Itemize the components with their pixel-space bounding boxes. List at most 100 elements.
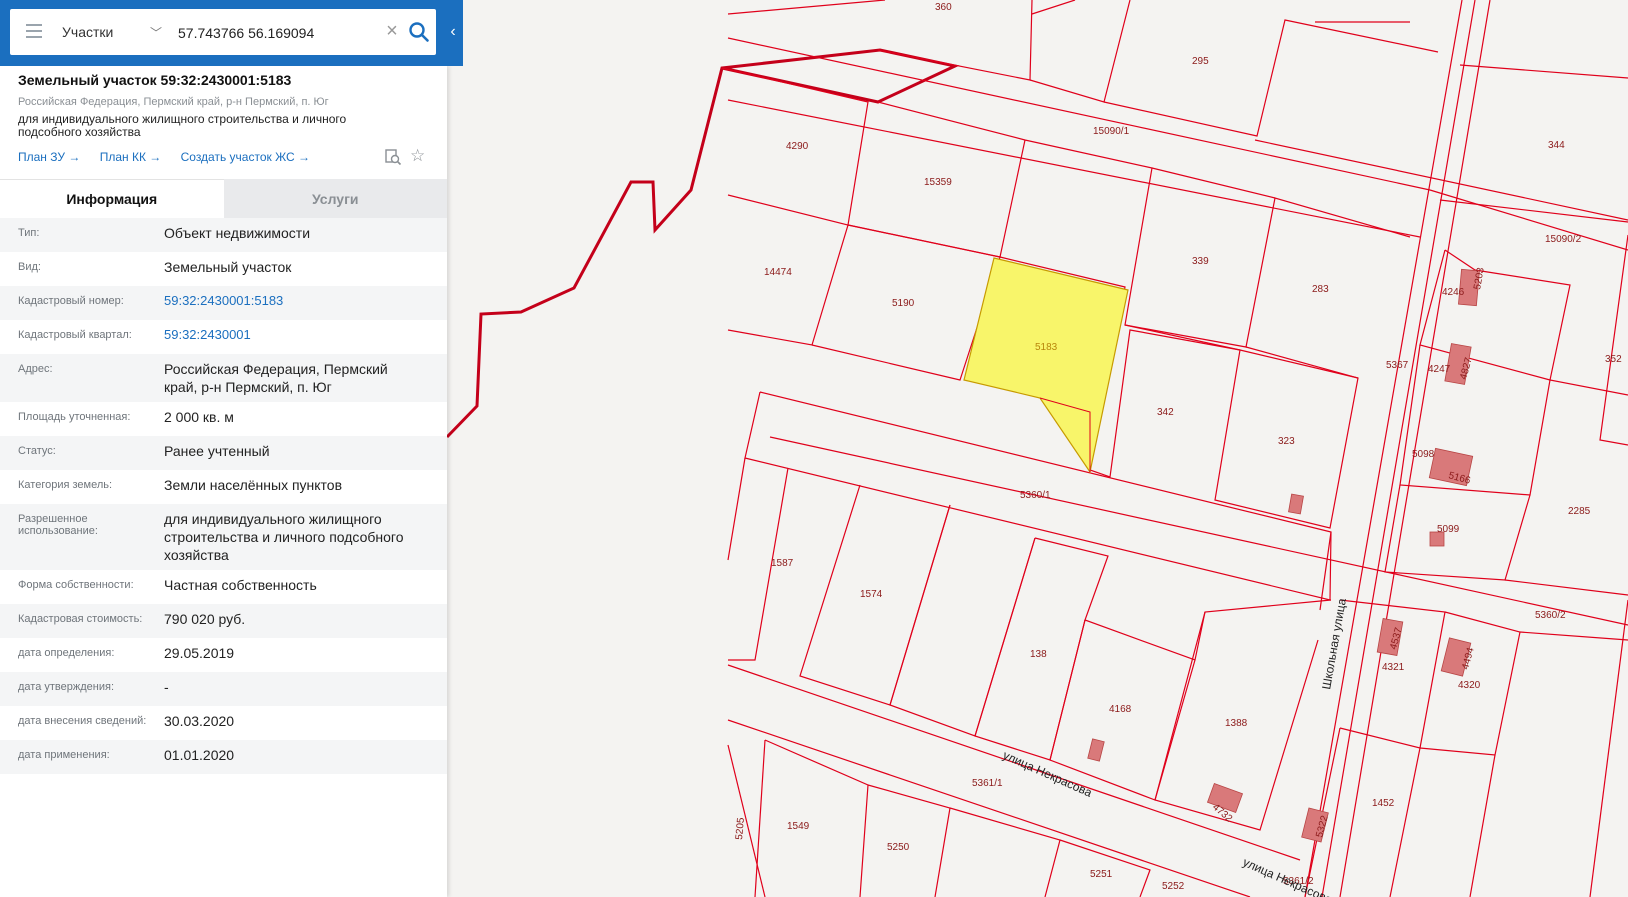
info-row: Вид: Земельный участок: [0, 252, 447, 286]
parcel-label: 5250: [887, 842, 910, 853]
road-label: 15090/1: [1093, 126, 1130, 137]
info-key: дата применения:: [18, 749, 110, 761]
info-key: Разрешенное использование:: [18, 513, 98, 537]
info-key: Статус:: [18, 445, 56, 457]
document-search-icon[interactable]: [384, 148, 402, 166]
road-label: 5361/1: [972, 778, 1003, 789]
info-value: 29.05.2019: [164, 645, 235, 661]
info-value: Частная собственность: [164, 577, 317, 593]
parcel-label: 352: [1605, 354, 1622, 365]
cadastral-number-link[interactable]: 59:32:2430001:5183: [164, 292, 424, 314]
info-table: Тип: Объект недвижимости Вид: Земельный уч…: [0, 218, 447, 774]
search-header: Участки ﹀ × ‹: [0, 0, 463, 66]
info-key: Кадастровый номер:: [18, 295, 124, 307]
info-row: Кадастровый квартал: 59:32:2430001: [0, 320, 447, 354]
parcel-label-selected: 5183: [1035, 342, 1058, 353]
parcel-label: 4168: [1109, 704, 1132, 715]
info-value: 2 000 кв. м: [164, 409, 234, 425]
parcel-label: 295: [1192, 56, 1209, 67]
road-label: 15090/2: [1545, 234, 1582, 245]
parcel-label: 323: [1278, 436, 1295, 447]
info-key: Адрес:: [18, 363, 53, 375]
parcel-label: 5251: [1090, 869, 1113, 880]
info-key: Вид:: [18, 261, 41, 273]
cadastral-quarter-link[interactable]: 59:32:2430001: [164, 326, 424, 348]
info-row: Разрешенное использование: для индивидуал…: [0, 504, 447, 570]
road-label: 5360/1: [1020, 490, 1051, 501]
info-key: Тип:: [18, 227, 40, 239]
parcel-label: 5190: [892, 298, 915, 309]
parcel-label: 344: [1548, 140, 1565, 151]
parcel-label: 4290: [786, 141, 809, 152]
info-row: Адрес: Российская Федерация, Пермский кра…: [0, 354, 447, 402]
parcel-label: 339: [1192, 256, 1209, 267]
info-row: Тип: Объект недвижимости: [0, 218, 447, 252]
object-title: Земельный участок 59:32:2430001:5183: [18, 72, 292, 88]
info-row: Кадастровый номер: 59:32:2430001:5183: [0, 286, 447, 320]
info-value: Российская Федерация, Пермский край, р-н…: [164, 361, 388, 395]
parcel-label: 2285: [1568, 506, 1591, 517]
info-value: 30.03.2020: [164, 713, 235, 729]
info-row: дата утверждения: -: [0, 672, 447, 706]
parcel-label: 4247: [1428, 364, 1451, 375]
object-address: Российская Федерация, Пермский край, р-н…: [18, 96, 329, 108]
info-key: Кадастровая стоимость:: [18, 613, 143, 625]
parcel-label: 5098: [1412, 449, 1435, 460]
info-row: Категория земель: Земли населённых пункто…: [0, 470, 447, 504]
object-purpose: для индивидуального жилищного строительс…: [18, 112, 347, 139]
parcel-label: 1452: [1372, 798, 1395, 809]
parcel-label: 4321: [1382, 662, 1405, 673]
parcel-label: 342: [1157, 407, 1174, 418]
search-mode-select[interactable]: Участки ﹀: [62, 9, 170, 55]
info-key: дата утверждения:: [18, 681, 115, 693]
parcel-label: 283: [1312, 284, 1329, 295]
info-key: Форма собственности:: [18, 579, 134, 591]
info-value: Земли населённых пунктов: [164, 477, 343, 493]
tab-services[interactable]: Услуги: [223, 179, 447, 218]
parcel-label: 5205: [734, 817, 747, 841]
plan-zu-link[interactable]: План ЗУ →: [18, 150, 80, 164]
info-row: Статус: Ранее учтенный: [0, 436, 447, 470]
info-row: Кадастровая стоимость: 790 020 руб.: [0, 604, 447, 638]
info-value: 01.01.2020: [164, 747, 235, 763]
parcel-label: 5099: [1437, 524, 1460, 535]
tab-information[interactable]: Информация: [0, 179, 224, 218]
chevron-down-icon: ﹀: [149, 25, 162, 40]
create-parcel-link[interactable]: Создать участок ЖС →: [181, 150, 310, 164]
info-key: дата внесения сведений:: [18, 715, 147, 727]
parcel-label: 4246: [1442, 287, 1465, 298]
parcel-label: 5367: [1386, 360, 1409, 371]
parcel-label: 14474: [764, 267, 792, 278]
parcel-label: 1388: [1225, 718, 1248, 729]
parcel-label: 360: [935, 2, 952, 13]
info-row: Площадь уточненная: 2 000 кв. м: [0, 402, 447, 436]
search-input[interactable]: [176, 17, 376, 49]
parcel-label: 1574: [860, 589, 883, 600]
info-value: Ранее учтенный: [164, 443, 270, 459]
info-value: Объект недвижимости: [164, 225, 311, 241]
search-icon[interactable]: [408, 21, 430, 43]
menu-icon[interactable]: [26, 24, 42, 38]
tabs: Информация Услуги: [0, 179, 447, 218]
parcel-label: 138: [1030, 649, 1047, 660]
info-key: дата определения:: [18, 647, 115, 659]
info-value: 790 020 руб.: [164, 611, 246, 627]
favorite-star-icon[interactable]: ☆: [410, 146, 425, 166]
collapse-panel-button[interactable]: ‹: [444, 18, 462, 46]
info-value: -: [164, 679, 169, 695]
info-value: Земельный участок: [164, 259, 292, 275]
info-row: Форма собственности: Частная собственност…: [0, 570, 447, 604]
info-row: дата внесения сведений: 30.03.2020: [0, 706, 447, 740]
road-label: 5360/2: [1535, 610, 1566, 621]
parcel-label: 1549: [787, 821, 810, 832]
parcel-label: 1587: [771, 558, 794, 569]
parcel-label: 15359: [924, 177, 952, 188]
info-key: Кадастровый квартал:: [18, 329, 132, 341]
clear-icon[interactable]: ×: [382, 21, 402, 41]
search-mode-label: Участки: [62, 24, 114, 40]
object-links: План ЗУ → План КК → Создать участок ЖС →: [18, 150, 326, 164]
info-panel: Земельный участок 59:32:2430001:5183 Рос…: [0, 66, 447, 897]
plan-kk-link[interactable]: План КК →: [100, 150, 162, 164]
info-row: дата применения: 01.01.2020: [0, 740, 447, 774]
info-key: Площадь уточненная:: [18, 411, 131, 423]
